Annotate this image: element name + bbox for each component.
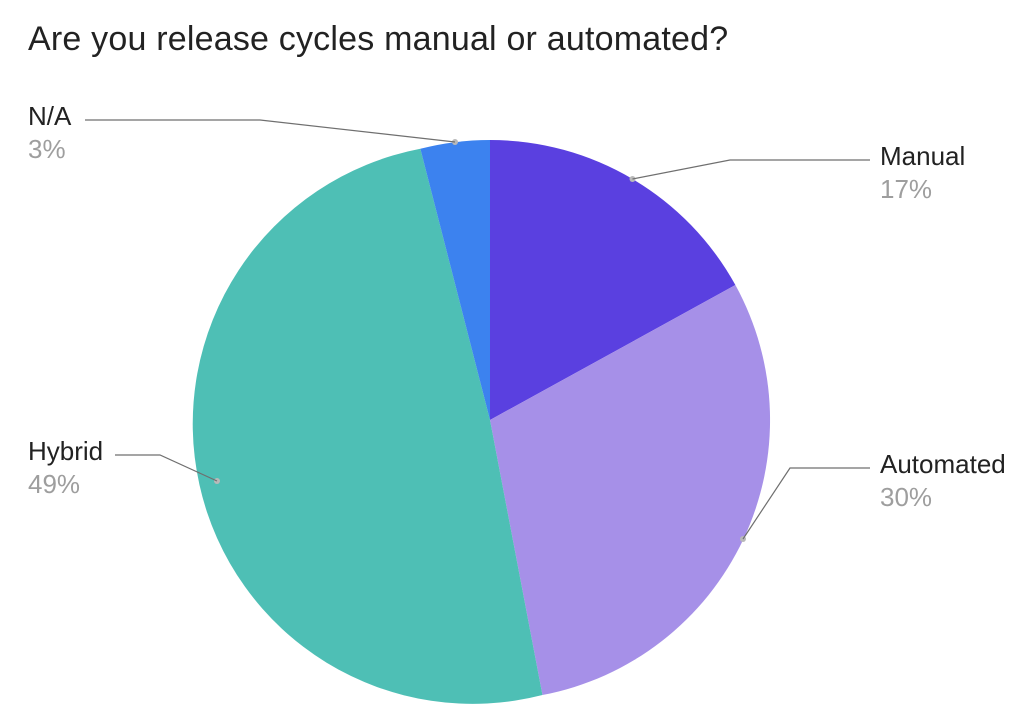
label-manual-pct: 17% — [880, 173, 965, 206]
pie-slices — [193, 140, 770, 704]
label-hybrid-pct: 49% — [28, 468, 103, 501]
label-na-name: N/A — [28, 100, 71, 133]
label-manual-name: Manual — [880, 140, 965, 173]
label-hybrid: Hybrid 49% — [28, 435, 103, 500]
label-automated-pct: 30% — [880, 481, 1006, 514]
label-manual: Manual 17% — [880, 140, 965, 205]
chart-container: Are you release cycles manual or automat… — [0, 0, 1024, 721]
label-automated: Automated 30% — [880, 448, 1006, 513]
label-automated-name: Automated — [880, 448, 1006, 481]
label-na: N/A 3% — [28, 100, 71, 165]
pie-chart — [0, 0, 1024, 721]
label-na-pct: 3% — [28, 133, 71, 166]
label-hybrid-name: Hybrid — [28, 435, 103, 468]
